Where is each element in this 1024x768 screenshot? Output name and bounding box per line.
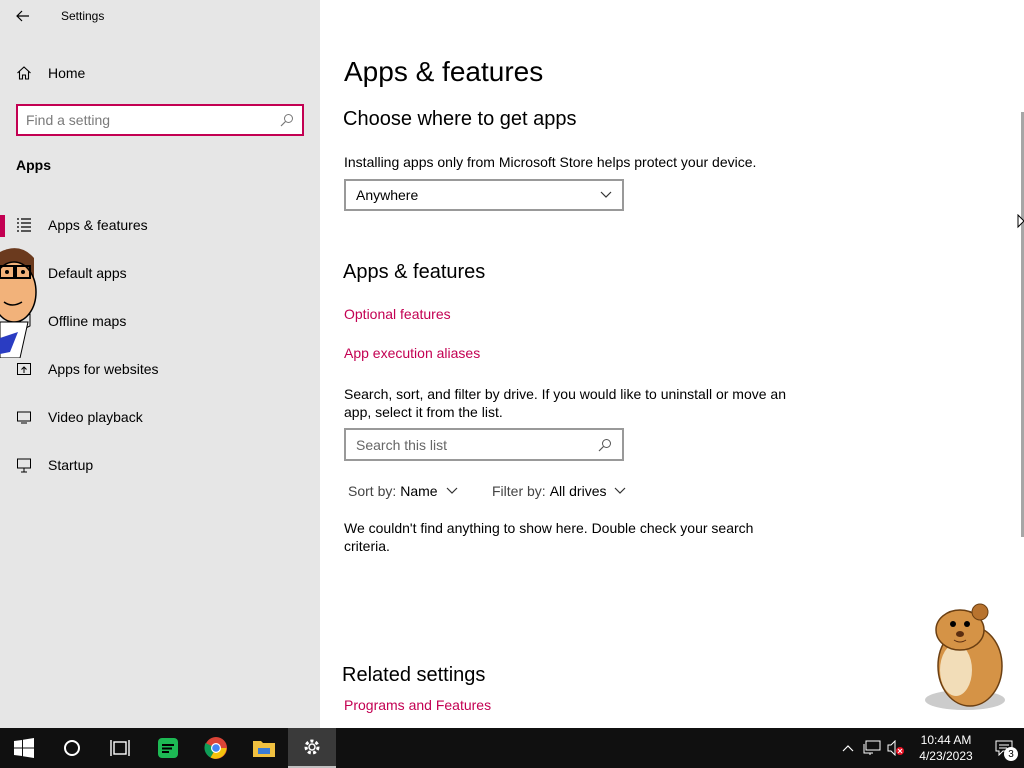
sidebar-item-label: Default apps	[48, 265, 127, 281]
chrome-icon	[204, 737, 227, 759]
choose-apps-description: Installing apps only from Microsoft Stor…	[344, 154, 757, 170]
programs-and-features-link[interactable]: Programs and Features	[344, 697, 491, 713]
network-button[interactable]	[860, 728, 884, 768]
search-sort-description: Search, sort, and filter by drive. If yo…	[344, 386, 786, 420]
home-label: Home	[48, 65, 86, 81]
chevron-down-icon	[600, 191, 612, 198]
sidebar-item-label: Apps & features	[48, 217, 148, 233]
sidebar-item-label: Startup	[48, 457, 94, 473]
list-search-box[interactable]	[344, 428, 624, 461]
volume-button[interactable]	[884, 728, 908, 768]
sidebar-item-label: Offline maps	[48, 313, 127, 329]
sidebar-item-apps-features[interactable]: Apps & features	[0, 205, 320, 245]
mouse-cursor-icon	[1017, 214, 1024, 229]
chevron-up-icon	[842, 745, 854, 752]
start-button[interactable]	[0, 728, 48, 768]
choose-apps-heading: Choose where to get apps	[343, 108, 577, 130]
settings-taskbar-button[interactable]	[288, 728, 336, 768]
features-heading: Apps & features	[343, 261, 486, 283]
chevron-down-icon	[446, 487, 458, 494]
title-bar: Settings	[0, 0, 320, 32]
back-arrow-icon	[16, 10, 29, 22]
clock[interactable]: 10:44 AM 4/23/2023	[908, 732, 984, 764]
find-setting-search[interactable]	[16, 104, 304, 136]
list-search-input[interactable]	[356, 436, 598, 453]
search-icon[interactable]	[280, 113, 294, 127]
settings-icon	[304, 739, 320, 755]
open-in-app-icon	[16, 361, 32, 377]
back-button[interactable]	[0, 0, 46, 32]
spotify-icon	[158, 738, 178, 758]
filter-by-value: All drives	[549, 483, 607, 499]
find-setting-input[interactable]	[26, 112, 280, 128]
related-settings-heading: Related settings	[342, 664, 486, 686]
task-view-icon	[110, 740, 130, 756]
app-title: Settings	[61, 9, 105, 23]
app-source-dropdown[interactable]: Anywhere	[344, 179, 624, 211]
sidebar-item-offline-maps[interactable]: Offline maps	[0, 301, 320, 341]
system-tray: 10:44 AM 4/23/2023 3	[836, 728, 1024, 768]
clock-date: 4/23/2023	[919, 749, 973, 763]
video-icon	[16, 409, 32, 425]
action-center-button[interactable]: 3	[984, 728, 1024, 768]
network-icon	[863, 740, 881, 755]
sidebar-item-startup[interactable]: Startup	[0, 445, 320, 485]
sort-by-dropdown[interactable]: Sort by: Name	[348, 483, 458, 499]
sort-by-value: Name	[400, 483, 438, 499]
windows-start-icon	[14, 738, 34, 758]
volume-muted-icon	[887, 740, 904, 756]
notification-count-badge: 3	[1004, 747, 1018, 761]
show-hidden-icons-button[interactable]	[836, 728, 860, 768]
chrome-button[interactable]	[192, 728, 240, 768]
optional-features-link[interactable]: Optional features	[344, 306, 451, 322]
cortana-button[interactable]	[48, 728, 96, 768]
page-title: Apps & features	[344, 56, 544, 87]
file-explorer-icon	[253, 741, 275, 757]
clock-time: 10:44 AM	[920, 733, 972, 747]
sidebar: Settings Home Apps Apps & features Defau…	[0, 0, 320, 728]
startup-icon	[16, 457, 32, 473]
search-icon[interactable]	[598, 438, 612, 452]
taskbar: 10:44 AM 4/23/2023 3	[0, 728, 1024, 768]
spotify-button[interactable]	[144, 728, 192, 768]
section-label-apps: Apps	[16, 157, 51, 173]
list-icon	[16, 217, 32, 233]
file-explorer-button[interactable]	[240, 728, 288, 768]
chevron-down-icon	[615, 487, 626, 494]
sidebar-item-label: Video playback	[48, 409, 143, 425]
sidebar-home[interactable]: Home	[16, 58, 85, 88]
filter-by-label: Filter by:	[492, 483, 546, 499]
sidebar-item-apps-for-websites[interactable]: Apps for websites	[0, 349, 320, 389]
cartoon-man-sticker	[0, 248, 37, 358]
filter-by-dropdown[interactable]: Filter by: All drives	[492, 483, 626, 499]
sidebar-item-label: Apps for websites	[48, 361, 159, 377]
cortana-icon	[64, 740, 80, 756]
sidebar-item-default-apps[interactable]: Default apps	[0, 253, 320, 293]
app-execution-aliases-link[interactable]: App execution aliases	[344, 345, 480, 361]
task-view-button[interactable]	[96, 728, 144, 768]
sort-by-label: Sort by:	[348, 483, 397, 499]
hamster-sticker	[925, 603, 1005, 710]
sidebar-item-video-playback[interactable]: Video playback	[0, 397, 320, 437]
empty-list-message: We couldn't find anything to show here. …	[344, 520, 754, 554]
main-content: Apps & features Choose where to get apps…	[320, 0, 1024, 728]
app-source-value: Anywhere	[356, 187, 419, 203]
home-icon	[16, 65, 32, 81]
